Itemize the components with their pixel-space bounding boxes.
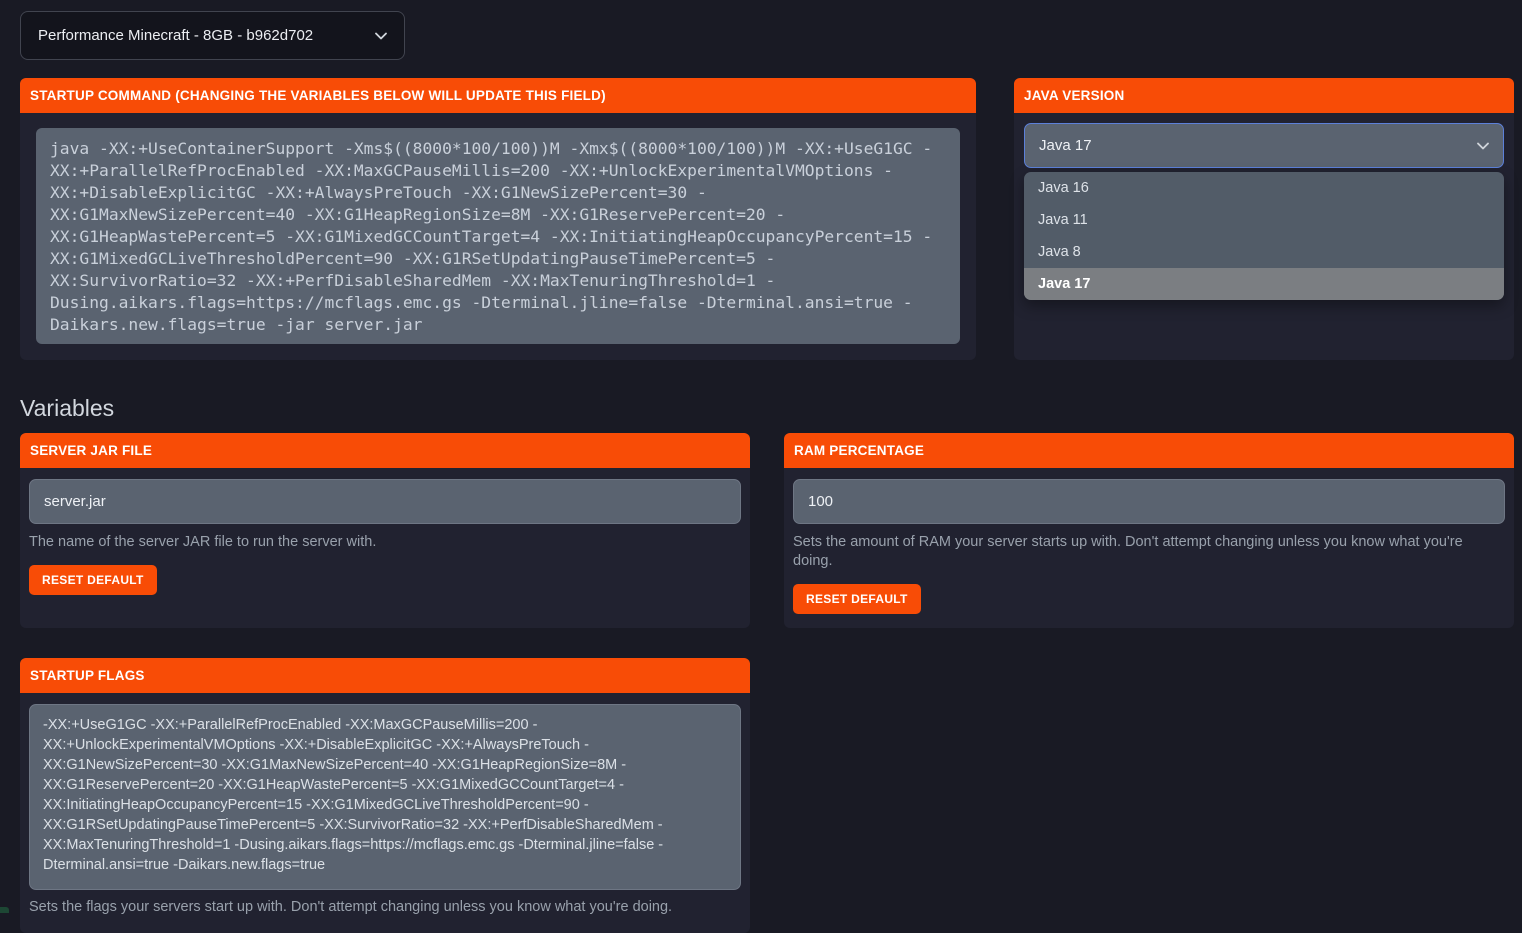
ram-percentage-header-label: RAM PERCENTAGE: [794, 443, 924, 458]
server-jar-reset-default-button[interactable]: RESET DEFAULT: [29, 565, 157, 595]
startup-flags-header: STARTUP FLAGS: [20, 658, 750, 693]
server-jar-file-header-label: SERVER JAR FILE: [30, 443, 152, 458]
startup-command-header-label: STARTUP COMMAND (CHANGING THE VARIABLES …: [30, 88, 606, 103]
server-jar-file-description: The name of the server JAR file to run t…: [29, 533, 376, 552]
startup-flags-textarea[interactable]: -XX:+UseG1GC -XX:+ParallelRefProcEnabled…: [29, 704, 741, 890]
variables-row: SERVER JAR FILE The name of the server J…: [20, 433, 1514, 628]
server-jar-file-panel: SERVER JAR FILE The name of the server J…: [20, 433, 750, 628]
ram-percentage-header: RAM PERCENTAGE: [784, 433, 1514, 468]
cut-off-element-bottom-left: [0, 907, 9, 913]
server-jar-file-header: SERVER JAR FILE: [20, 433, 750, 468]
top-row: STARTUP COMMAND (CHANGING THE VARIABLES …: [20, 78, 1514, 360]
java-version-select[interactable]: Java 17: [1024, 123, 1504, 168]
ram-percentage-description: Sets the amount of RAM your server start…: [793, 533, 1505, 571]
dropdown-option-java-17-selected[interactable]: Java 17: [1024, 268, 1504, 300]
ram-percentage-reset-default-button[interactable]: RESET DEFAULT: [793, 584, 921, 614]
startup-flags-description: Sets the flags your servers start up wit…: [29, 898, 741, 933]
ram-percentage-input[interactable]: [793, 479, 1505, 524]
server-jar-file-body: The name of the server JAR file to run t…: [20, 468, 750, 628]
java-version-selected-value: Java 17: [1039, 137, 1092, 154]
java-version-panel: JAVA VERSION Java 17 Java 16 Java 11 Jav…: [1014, 78, 1514, 360]
startup-command-header: STARTUP COMMAND (CHANGING THE VARIABLES …: [20, 78, 976, 113]
java-version-header: JAVA VERSION: [1014, 78, 1514, 113]
server-jar-file-input[interactable]: [29, 479, 741, 524]
startup-command-textarea[interactable]: java -XX:+UseContainerSupport -Xms$((800…: [36, 128, 960, 344]
variables-heading: Variables: [20, 395, 1514, 422]
dropdown-option-java-16[interactable]: Java 16: [1024, 172, 1504, 204]
startup-command-body: java -XX:+UseContainerSupport -Xms$((800…: [20, 113, 976, 360]
startup-command-panel: STARTUP COMMAND (CHANGING THE VARIABLES …: [20, 78, 976, 360]
startup-flags-panel: STARTUP FLAGS -XX:+UseG1GC -XX:+Parallel…: [20, 658, 750, 933]
ram-percentage-body: Sets the amount of RAM your server start…: [784, 468, 1514, 628]
server-selector-value: Performance Minecraft - 8GB - b962d702: [38, 27, 313, 44]
ram-percentage-panel: RAM PERCENTAGE Sets the amount of RAM yo…: [784, 433, 1514, 628]
java-version-dropdown-list: Java 16 Java 11 Java 8 Java 17: [1024, 172, 1504, 300]
option-label: Java 8: [1038, 244, 1081, 260]
startup-settings-page: Performance Minecraft - 8GB - b962d702 S…: [20, 11, 1514, 933]
chevron-down-icon: [375, 27, 387, 44]
startup-flags-header-label: STARTUP FLAGS: [30, 668, 145, 683]
server-selector-dropdown[interactable]: Performance Minecraft - 8GB - b962d702: [20, 11, 405, 60]
option-label: Java 17: [1038, 276, 1090, 292]
startup-flags-row: STARTUP FLAGS -XX:+UseG1GC -XX:+Parallel…: [20, 658, 1514, 933]
option-label: Java 11: [1038, 212, 1088, 228]
dropdown-option-java-11[interactable]: Java 11: [1024, 204, 1504, 236]
java-version-header-label: JAVA VERSION: [1024, 88, 1124, 103]
chevron-down-icon: [1477, 137, 1489, 154]
dropdown-option-java-8[interactable]: Java 8: [1024, 236, 1504, 268]
option-label: Java 16: [1038, 180, 1089, 196]
